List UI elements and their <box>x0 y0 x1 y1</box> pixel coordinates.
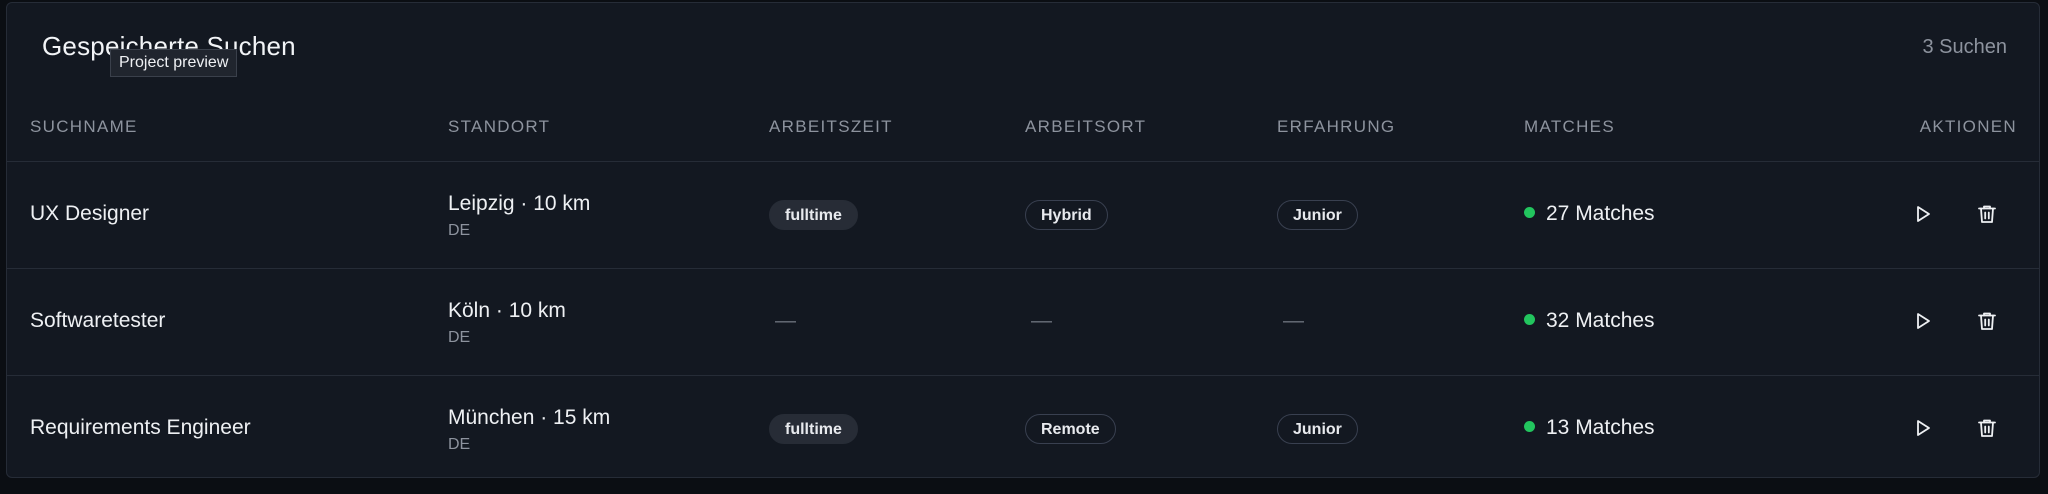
table-header: SUCHNAME STANDORT ARBEITSZEIT ARBEITSORT… <box>7 89 2039 162</box>
column-header-matches: MATCHES <box>1524 117 1615 136</box>
location-cell: München · 15 km DE <box>448 406 610 454</box>
worktime-empty: — <box>775 309 796 332</box>
experience-empty: — <box>1283 309 1304 332</box>
country-code: DE <box>448 222 471 239</box>
location-text: Köln · 10 km <box>448 299 566 322</box>
experience-badge: Junior <box>1277 414 1358 444</box>
worktime-badge: fulltime <box>769 414 858 444</box>
delete-search-button[interactable] <box>1972 306 2002 336</box>
run-search-button[interactable] <box>1908 413 1938 443</box>
location-text: Leipzig · 10 km <box>448 192 591 215</box>
play-icon <box>1917 313 1930 329</box>
matches-cell: 13 Matches <box>1524 416 1655 440</box>
trash-icon <box>1978 205 1996 223</box>
status-dot-icon <box>1524 207 1535 218</box>
search-name: Softwaretester <box>30 309 166 332</box>
run-search-button[interactable] <box>1908 306 1938 336</box>
workplace-badge: Hybrid <box>1025 200 1108 230</box>
matches-count: 32 Matches <box>1546 309 1655 332</box>
card-header: Gespeicherte Suchen 3 Suchen <box>7 3 2039 89</box>
status-dot-icon <box>1524 421 1535 432</box>
matches-cell: 27 Matches <box>1524 202 1655 226</box>
column-header-location: STANDORT <box>448 117 551 136</box>
delete-search-button[interactable] <box>1972 199 2002 229</box>
column-header-experience: ERFAHRUNG <box>1277 117 1396 136</box>
play-icon <box>1917 206 1930 222</box>
trash-icon <box>1978 419 1996 437</box>
column-header-name: SUCHNAME <box>30 117 138 136</box>
table-row[interactable]: UX Designer Leipzig · 10 km DE fulltime … <box>7 162 2039 269</box>
table-row[interactable]: Requirements Engineer München · 15 km DE… <box>7 376 2039 477</box>
country-code: DE <box>448 329 471 346</box>
search-count: 3 Suchen <box>1922 36 2007 58</box>
matches-count: 27 Matches <box>1546 202 1655 225</box>
run-search-button[interactable] <box>1908 199 1938 229</box>
delete-search-button[interactable] <box>1972 413 2002 443</box>
experience-badge: Junior <box>1277 200 1358 230</box>
play-icon <box>1917 420 1930 436</box>
table-row[interactable]: Softwaretester Köln · 10 km DE — — — 32 … <box>7 269 2039 376</box>
location-text: München · 15 km <box>448 406 611 429</box>
matches-count: 13 Matches <box>1546 416 1655 439</box>
location-cell: Leipzig · 10 km DE <box>448 192 590 240</box>
search-name: Requirements Engineer <box>30 416 251 439</box>
workplace-badge: Remote <box>1025 414 1116 444</box>
column-header-worktime: ARBEITSZEIT <box>769 117 893 136</box>
column-header-actions: AKTIONEN <box>1919 117 2017 136</box>
worktime-badge: fulltime <box>769 200 858 230</box>
workplace-empty: — <box>1031 309 1052 332</box>
location-cell: Köln · 10 km DE <box>448 299 566 347</box>
trash-icon <box>1978 312 1996 330</box>
matches-cell: 32 Matches <box>1524 309 1655 333</box>
status-dot-icon <box>1524 314 1535 325</box>
saved-searches-card: Gespeicherte Suchen 3 Suchen Project pre… <box>6 2 2040 478</box>
search-name: UX Designer <box>30 202 150 225</box>
country-code: DE <box>448 436 471 453</box>
project-preview-tooltip: Project preview <box>110 49 238 77</box>
column-header-workplace: ARBEITSORT <box>1025 117 1147 136</box>
